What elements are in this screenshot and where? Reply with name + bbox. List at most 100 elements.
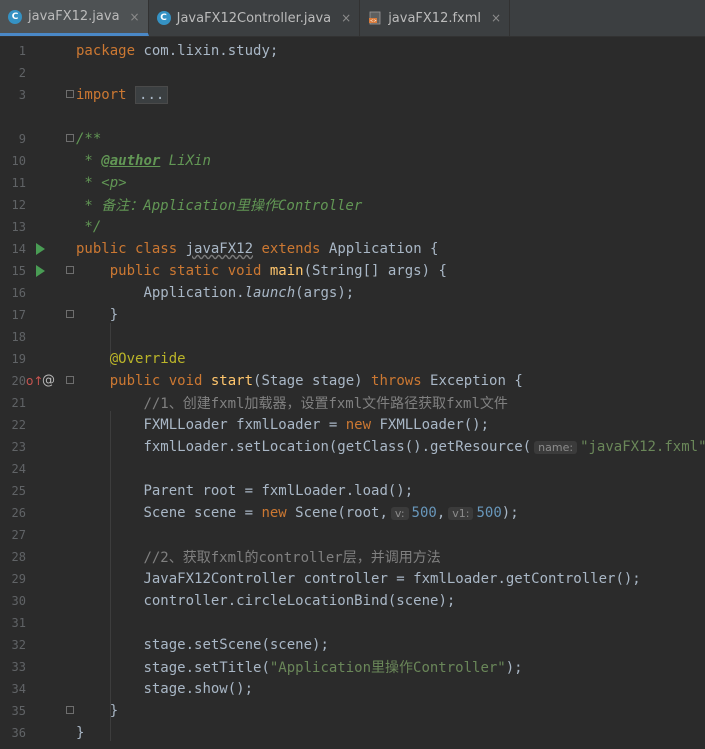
gutter xyxy=(26,590,76,612)
override-icon[interactable]: o↑ xyxy=(26,374,43,388)
code-text: * <p> xyxy=(76,175,127,191)
code-line: 2 xyxy=(0,62,705,84)
code-text: */ xyxy=(76,219,102,235)
tab-javafx12-java[interactable]: C javaFX12.java × xyxy=(0,0,149,36)
code-line: 34 stage.show(); xyxy=(0,678,705,700)
code-editor[interactable]: 1 package com.lixin.study; 2 3 import ..… xyxy=(0,37,705,749)
fold-icon[interactable] xyxy=(66,310,74,318)
line-number: 24 xyxy=(11,462,26,476)
code-text: * 备注：Application里操作Controller xyxy=(76,198,363,214)
gutter xyxy=(26,458,76,480)
gutter xyxy=(26,194,76,216)
line-number: 36 xyxy=(11,726,26,740)
line-number: 31 xyxy=(11,616,26,630)
line-number: 20 xyxy=(11,374,26,388)
annotation-icon[interactable]: @ xyxy=(42,373,55,388)
gutter xyxy=(26,150,76,172)
tab-label: javaFX12.java xyxy=(28,9,120,24)
code-line: 33 stage.setTitle("Application里操作Control… xyxy=(0,656,705,678)
line-number: 3 xyxy=(18,88,26,102)
gutter xyxy=(26,62,76,84)
line-number: 16 xyxy=(11,286,26,300)
code-text: import ... xyxy=(76,86,169,104)
fold-icon[interactable] xyxy=(66,266,74,274)
line-number: 13 xyxy=(11,220,26,234)
line-number: 15 xyxy=(11,264,26,278)
tab-javafx12controller-java[interactable]: C JavaFX12Controller.java × xyxy=(149,0,361,36)
code-line: 13 */ xyxy=(0,216,705,238)
line-number: 35 xyxy=(11,704,26,718)
line-number: 29 xyxy=(11,572,26,586)
code-line: 23 fxmlLoader.setLocation(getClass().get… xyxy=(0,436,705,458)
line-number: 33 xyxy=(11,660,26,674)
run-icon[interactable] xyxy=(36,265,45,277)
code-line: 27 xyxy=(0,524,705,546)
code-text: controller.circleLocationBind(scene); xyxy=(143,593,456,609)
code-line: 24 xyxy=(0,458,705,480)
code-line: 25 Parent root = fxmlLoader.load(); xyxy=(0,480,705,502)
code-line: 14 public class javaFX12 extends Applica… xyxy=(0,238,705,260)
code-line: 16 Application.launch(args); xyxy=(0,282,705,304)
close-tab-icon[interactable]: × xyxy=(130,10,140,24)
tab-label: javaFX12.fxml xyxy=(388,10,482,26)
code-line: 22 FXMLLoader fxmlLoader = new FXMLLoade… xyxy=(0,414,705,436)
fold-icon[interactable] xyxy=(66,134,74,142)
code-line: 11 * <p> xyxy=(0,172,705,194)
gutter xyxy=(26,172,76,194)
code-text: /** xyxy=(76,131,102,147)
line-number: 10 xyxy=(11,154,26,168)
code-text: FXMLLoader fxmlLoader = new FXMLLoader()… xyxy=(143,417,490,433)
gutter xyxy=(26,612,76,634)
line-number: 9 xyxy=(18,132,26,146)
code-text: package com.lixin.study; xyxy=(76,43,279,59)
gutter xyxy=(26,40,76,62)
line-number: 2 xyxy=(18,66,26,80)
gutter xyxy=(26,326,76,348)
line-number: 21 xyxy=(11,396,26,410)
code-line: 31 xyxy=(0,612,705,634)
line-number: 23 xyxy=(11,440,26,454)
java-class-icon: C xyxy=(8,9,22,24)
gutter xyxy=(26,348,76,370)
line-number: 12 xyxy=(11,198,26,212)
code-line: 12 * 备注：Application里操作Controller xyxy=(0,194,705,216)
folded-imports[interactable]: ... xyxy=(135,86,169,104)
code-line: 36 } xyxy=(0,722,705,744)
line-number: 28 xyxy=(11,550,26,564)
gutter xyxy=(26,304,76,326)
code-line: 32 stage.setScene(scene); xyxy=(0,634,705,656)
gutter xyxy=(26,84,76,106)
code-text: public class javaFX12 extends Applicatio… xyxy=(76,241,439,257)
tab-javafx12-fxml[interactable]: <> javaFX12.fxml × xyxy=(360,0,511,36)
gutter xyxy=(26,238,76,260)
close-tab-icon[interactable]: × xyxy=(491,11,501,25)
code-text: stage.setScene(scene); xyxy=(143,637,329,653)
java-class-icon: C xyxy=(156,11,171,25)
gutter xyxy=(26,700,76,722)
gutter xyxy=(26,678,76,700)
code-line: 30 controller.circleLocationBind(scene); xyxy=(0,590,705,612)
line-number: 11 xyxy=(11,176,26,190)
line-number: 17 xyxy=(11,308,26,322)
code-text: public void start(Stage stage) throws Ex… xyxy=(109,373,523,389)
code-text: stage.show(); xyxy=(143,681,254,697)
gutter xyxy=(26,568,76,590)
code-line: 19 @Override xyxy=(0,348,705,370)
fold-icon[interactable] xyxy=(66,90,74,98)
fold-icon[interactable] xyxy=(66,376,74,384)
run-icon[interactable] xyxy=(36,243,45,255)
gutter xyxy=(26,414,76,436)
gutter xyxy=(26,502,76,524)
gutter xyxy=(26,392,76,414)
code-text: @Override xyxy=(109,351,186,367)
fold-icon[interactable] xyxy=(66,706,74,714)
parameter-hint: name: xyxy=(534,441,578,454)
code-line: 10 * @author LiXin xyxy=(0,150,705,172)
code-line: 29 JavaFX12Controller controller = fxmlL… xyxy=(0,568,705,590)
parameter-hint: v1: xyxy=(448,507,474,520)
gutter xyxy=(26,722,76,744)
parameter-hint: v: xyxy=(390,507,409,520)
close-tab-icon[interactable]: × xyxy=(341,11,351,25)
gutter xyxy=(26,260,76,282)
code-line: 18 xyxy=(0,326,705,348)
